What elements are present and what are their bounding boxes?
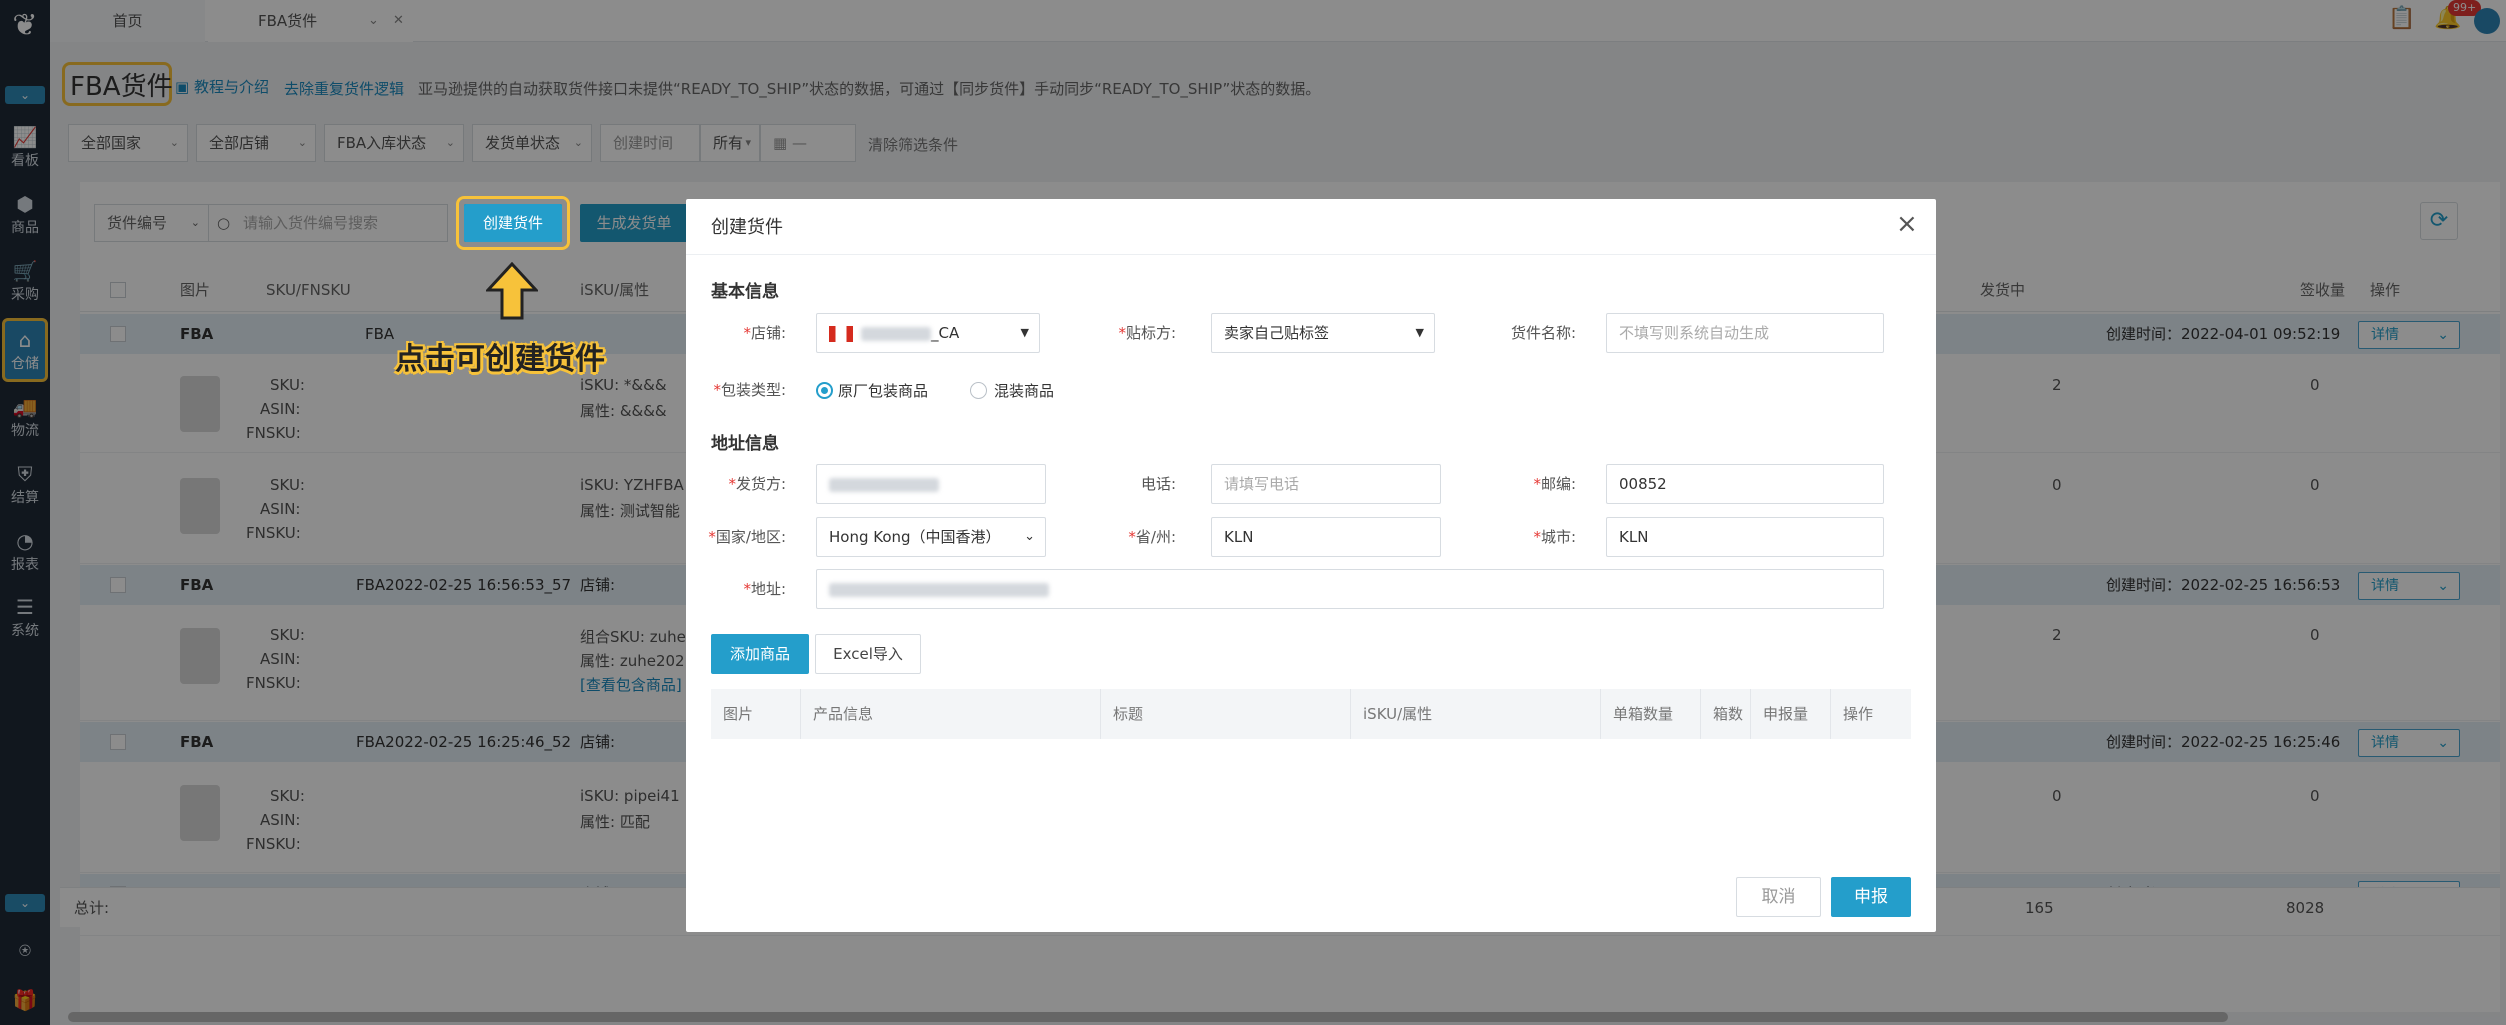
country-value: Hong Kong（中国香港）	[829, 528, 1001, 546]
shipper-field-label: *发货方:	[728, 475, 786, 493]
dialog-title: 创建货件	[711, 217, 783, 238]
store-name-redacted	[861, 326, 931, 341]
chevron-down-icon: ⌄	[1024, 529, 1035, 544]
create-shipment-dialog: 创建货件 × 基本信息 *店铺: _CA ▼ *贴标方: 卖家自己贴标签 ▼ 货…	[686, 199, 1936, 932]
city-field-label: *城市:	[1533, 528, 1576, 546]
caret-down-icon: ▼	[1020, 326, 1029, 339]
up-arrow-icon	[486, 262, 538, 320]
packing-original-radio[interactable]	[816, 382, 833, 399]
col-product-info: 产品信息	[801, 689, 1101, 739]
add-product-button[interactable]: 添加商品	[711, 634, 809, 674]
country-field-label: *国家/地区:	[708, 528, 786, 546]
country-select[interactable]: Hong Kong（中国香港） ⌄	[816, 517, 1046, 557]
province-field-label: *省/州:	[1128, 528, 1176, 546]
label-party-value: 卖家自己贴标签	[1224, 324, 1330, 342]
create-shipment-button-highlighted[interactable]: 创建货件	[464, 204, 562, 242]
col-declared-qty: 申报量	[1751, 689, 1831, 739]
zip-input[interactable]: 00852	[1606, 464, 1884, 504]
submit-button[interactable]: 申报	[1831, 877, 1911, 917]
basic-info-heading: 基本信息	[711, 282, 779, 302]
packing-mixed-radio[interactable]	[970, 382, 987, 399]
caret-down-icon: ▼	[1415, 326, 1424, 339]
col-image: 图片	[711, 689, 801, 739]
phone-field-label: 电话:	[1140, 475, 1176, 493]
phone-input[interactable]: 请填写电话	[1211, 464, 1441, 504]
col-action: 操作	[1843, 705, 1874, 723]
store-field-label: *店铺:	[743, 324, 786, 342]
dialog-header: 创建货件 ×	[686, 199, 1936, 255]
shipment-name-input[interactable]: 不填写则系统自动生成	[1606, 313, 1884, 353]
product-table-header: 图片 产品信息 标题 iSKU/属性 单箱数量 箱数 申报量 操作	[711, 689, 1911, 739]
shipment-name-field-label: 货件名称:	[1510, 324, 1576, 342]
shipper-redacted	[829, 477, 939, 492]
address-input[interactable]	[816, 569, 1884, 609]
store-value: _CA	[931, 324, 960, 342]
excel-import-button[interactable]: Excel导入	[815, 634, 921, 674]
col-units-per-box: 单箱数量	[1601, 689, 1701, 739]
cancel-button[interactable]: 取消	[1736, 877, 1821, 917]
packing-type-label: *包装类型:	[713, 381, 786, 399]
col-title: 标题	[1101, 689, 1351, 739]
packing-option-label: 混装商品	[994, 382, 1055, 400]
province-input[interactable]: KLN	[1211, 517, 1441, 557]
hint-text: 点击可创建货件	[395, 342, 605, 377]
shipper-input[interactable]	[816, 464, 1046, 504]
label-party-field-label: *贴标方:	[1118, 324, 1176, 342]
zip-field-label: *邮编:	[1533, 475, 1576, 493]
col-isku: iSKU/属性	[1351, 689, 1601, 739]
packing-option-label: 原厂包装商品	[838, 382, 929, 400]
address-redacted	[829, 582, 1049, 597]
canada-flag-icon	[829, 325, 853, 342]
store-select[interactable]: _CA ▼	[816, 313, 1040, 353]
label-party-select[interactable]: 卖家自己贴标签 ▼	[1211, 313, 1435, 353]
city-input[interactable]: KLN	[1606, 517, 1884, 557]
close-icon[interactable]: ×	[1896, 209, 1918, 239]
col-box-count: 箱数	[1701, 689, 1751, 739]
address-field-label: *地址:	[743, 580, 786, 598]
address-info-heading: 地址信息	[711, 434, 779, 454]
